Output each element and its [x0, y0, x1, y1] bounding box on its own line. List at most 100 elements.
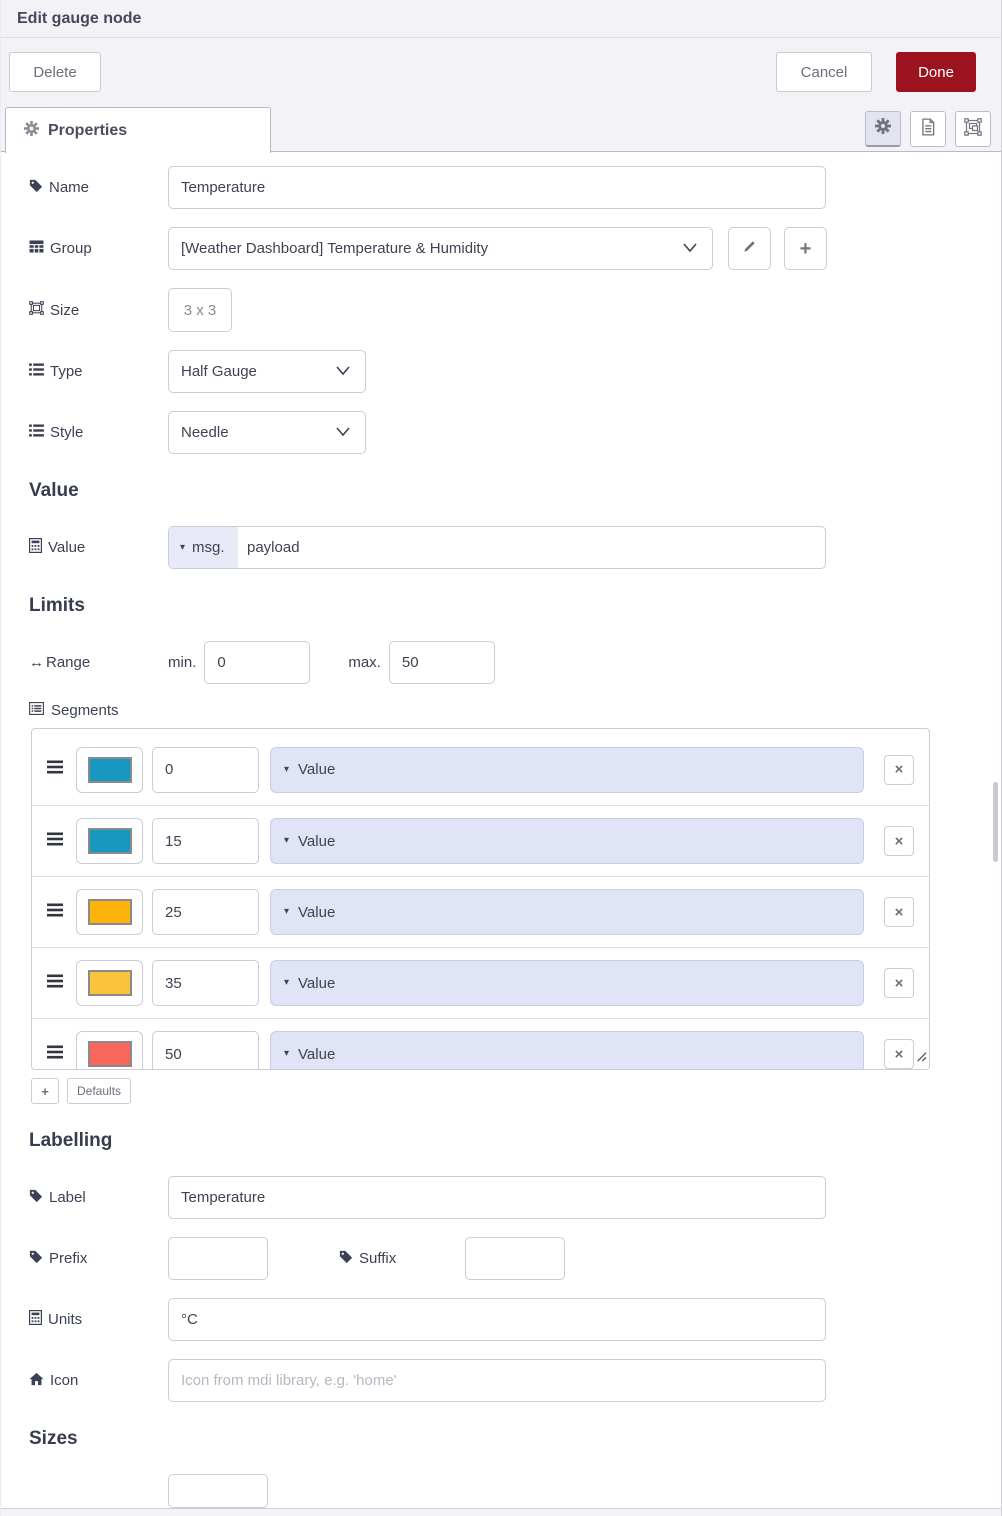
drag-handle-icon[interactable]: [47, 832, 69, 851]
limits-section-heading: Limits: [29, 595, 85, 616]
segment-color-button[interactable]: [76, 746, 143, 793]
units-row: Units: [1, 1298, 1001, 1341]
remove-segment-button[interactable]: ×: [884, 968, 914, 998]
pencil-icon: [742, 239, 757, 259]
resize-handle[interactable]: [914, 1049, 927, 1067]
range-row: ↔ Range min. max.: [1, 641, 1001, 684]
range-max-input[interactable]: [388, 641, 495, 684]
sizes-partial-input[interactable]: [168, 1474, 268, 1508]
segment-type-select[interactable]: ▾ Value: [270, 960, 864, 1006]
label-input[interactable]: [168, 1176, 826, 1219]
segment-value-input[interactable]: [152, 746, 259, 793]
segment-color-chip: [87, 899, 132, 925]
segment-type-select[interactable]: ▾ Value: [270, 746, 864, 793]
segment-color-chip: [87, 828, 132, 854]
segment-type-label: Value: [298, 832, 336, 850]
size-label: Size: [1, 301, 168, 319]
properties-form: Name Group [Weather Dashboard] Temperatu…: [1, 152, 1001, 1508]
tab-properties-label: Properties: [48, 121, 128, 139]
prefix-label: Prefix: [1, 1250, 168, 1268]
tag-icon: [29, 179, 43, 197]
properties-gear-tab-button[interactable]: [865, 111, 901, 147]
tag-icon: [29, 1189, 43, 1207]
segments-list: ▾ Value × ▾ Value × ▾ Value ×: [31, 728, 930, 1070]
segment-color-button[interactable]: [76, 889, 143, 935]
segment-row: ▾ Value ×: [32, 876, 929, 947]
drag-handle-icon[interactable]: [47, 974, 69, 993]
gear-icon: [875, 118, 891, 139]
remove-segment-button[interactable]: ×: [884, 826, 914, 856]
dialog-title: Edit gauge node: [17, 9, 142, 27]
prefix-suffix-row: Prefix Suffix: [1, 1237, 1001, 1280]
home-icon: [29, 1372, 44, 1390]
action-bar: Delete Cancel Done: [1, 38, 1001, 105]
list-box-icon: [29, 702, 44, 719]
description-tab-button[interactable]: [910, 111, 946, 147]
dialog-header: Edit gauge node: [1, 0, 1001, 38]
segment-type-label: Value: [298, 974, 336, 992]
type-select[interactable]: Half Gauge: [168, 350, 366, 393]
value-typed-input[interactable]: ▾ msg. payload: [168, 526, 826, 569]
segment-value-input[interactable]: [152, 818, 259, 864]
group-select[interactable]: [Weather Dashboard] Temperature & Humidi…: [168, 227, 713, 270]
drag-handle-icon[interactable]: [47, 760, 69, 779]
done-button[interactable]: Done: [896, 52, 976, 92]
segments-defaults-button[interactable]: Defaults: [67, 1078, 132, 1104]
tag-icon: [29, 1250, 43, 1268]
segment-color-button[interactable]: [76, 818, 143, 864]
suffix-input[interactable]: [465, 1237, 566, 1280]
suffix-label: Suffix: [339, 1250, 396, 1268]
value-section-heading: Value: [29, 480, 79, 501]
segments-actions: + Defaults: [31, 1078, 1001, 1104]
scrollbar-thumb[interactable]: [993, 782, 998, 862]
name-input[interactable]: [168, 166, 826, 209]
group-row: Group [Weather Dashboard] Temperature & …: [1, 227, 1001, 270]
segment-type-select[interactable]: ▾ Value: [270, 889, 864, 935]
units-input[interactable]: [168, 1298, 826, 1341]
caret-down-icon: ▾: [284, 977, 290, 988]
range-label: ↔ Range: [29, 654, 91, 671]
list-icon: [29, 363, 44, 380]
object-group-icon: [964, 117, 982, 141]
value-type-selector[interactable]: ▾ msg.: [169, 527, 238, 568]
chevron-down-icon: [335, 424, 351, 441]
caret-down-icon: ▾: [284, 835, 290, 846]
segment-value-input[interactable]: [152, 1031, 259, 1069]
segments-label: Segments: [29, 702, 1001, 719]
tab-properties[interactable]: Properties: [5, 107, 271, 153]
appearance-tab-button[interactable]: [955, 111, 991, 147]
segment-color-button[interactable]: [76, 960, 143, 1006]
segment-value-input[interactable]: [152, 960, 259, 1006]
segment-type-select[interactable]: ▾ Value: [270, 1031, 864, 1069]
table-icon: [29, 240, 44, 257]
size-row: Size 3 x 3: [1, 288, 1001, 332]
chevron-down-icon: [335, 363, 351, 380]
segment-color-button[interactable]: [76, 1031, 143, 1069]
drag-handle-icon[interactable]: [47, 903, 69, 922]
add-group-button[interactable]: +: [784, 227, 827, 270]
add-segment-button[interactable]: +: [31, 1078, 59, 1104]
segment-color-chip: [87, 970, 132, 996]
prefix-input[interactable]: [168, 1237, 268, 1280]
range-min-label: min.: [168, 654, 197, 671]
segment-row: ▾ Value ×: [32, 734, 929, 805]
remove-segment-button[interactable]: ×: [884, 754, 914, 785]
delete-button[interactable]: Delete: [9, 52, 101, 92]
icon-row: Icon: [1, 1359, 1001, 1402]
remove-segment-button[interactable]: ×: [884, 897, 914, 927]
edit-group-button[interactable]: [728, 227, 771, 270]
style-select[interactable]: Needle: [168, 411, 366, 454]
range-max-label: max.: [348, 654, 381, 671]
cancel-button[interactable]: Cancel: [776, 52, 872, 92]
segment-type-select[interactable]: ▾ Value: [270, 818, 864, 864]
icon-input[interactable]: [168, 1359, 826, 1402]
segment-value-input[interactable]: [152, 889, 259, 935]
remove-segment-button[interactable]: ×: [884, 1039, 914, 1069]
gear-icon: [24, 120, 39, 141]
size-button[interactable]: 3 x 3: [168, 288, 232, 332]
segment-row: ▾ Value ×: [32, 805, 929, 876]
range-min-input[interactable]: [204, 641, 311, 684]
document-icon: [920, 117, 936, 141]
drag-handle-icon[interactable]: [47, 1045, 69, 1064]
name-label: Name: [1, 179, 168, 197]
